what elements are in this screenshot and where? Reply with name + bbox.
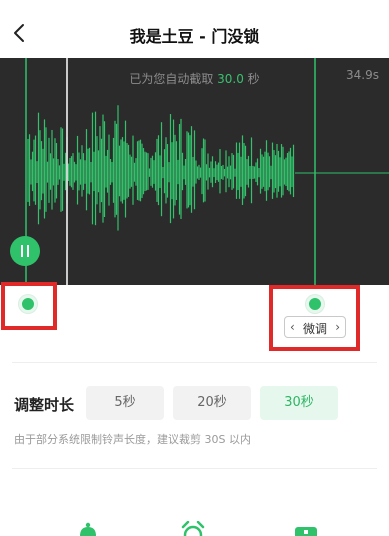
total-duration: 34.9s xyxy=(346,68,379,82)
phone-icon[interactable] xyxy=(294,521,318,536)
highlight-box-start xyxy=(1,282,57,330)
pause-icon xyxy=(21,245,23,257)
auto-trim-seconds: 30.0 xyxy=(217,72,244,86)
waveform xyxy=(25,58,389,285)
alarm-clock-icon[interactable] xyxy=(181,521,205,536)
auto-trim-suffix: 秒 xyxy=(243,72,260,86)
page-title: 我是土豆 - 门没锁 xyxy=(129,27,260,46)
top-bar: 我是土豆 - 门没锁 xyxy=(0,0,389,58)
auto-trim-info: 已为您自动截取 30.0 秒 xyxy=(0,70,389,87)
pause-icon-bar xyxy=(27,245,29,257)
duration-option-5s[interactable]: 5秒 xyxy=(86,386,164,420)
pause-button[interactable] xyxy=(10,236,40,266)
divider xyxy=(12,362,377,363)
duration-hint: 由于部分系统限制铃声长度，建议裁剪 30S 以内 xyxy=(14,433,251,446)
bell-icon[interactable] xyxy=(76,521,100,536)
auto-trim-prefix: 已为您自动截取 xyxy=(129,72,218,86)
highlight-box-end xyxy=(269,285,360,351)
duration-label: 调整时长 xyxy=(14,396,75,414)
waveform-editor[interactable]: 已为您自动截取 30.0 秒 34.9s xyxy=(0,58,389,285)
divider xyxy=(12,468,377,469)
duration-option-20s[interactable]: 20秒 xyxy=(173,386,251,420)
duration-option-30s[interactable]: 30秒 xyxy=(260,386,338,420)
